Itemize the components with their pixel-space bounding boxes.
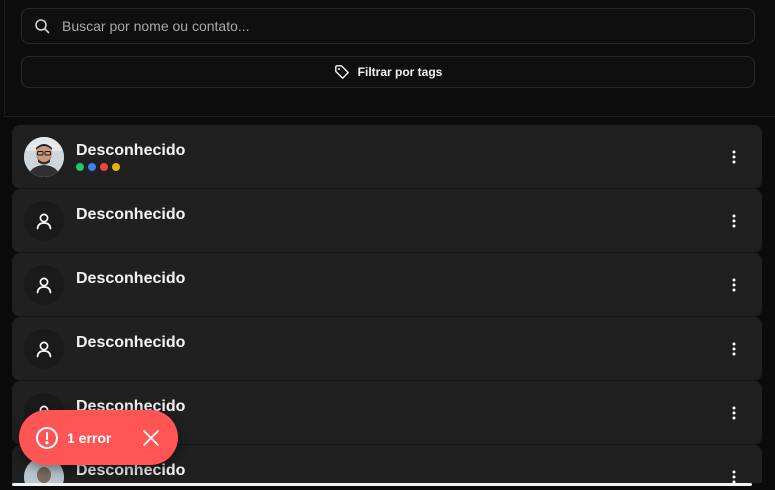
contact-name: Desconhecido [76,206,186,223]
more-options-button[interactable] [722,339,746,359]
contact-card[interactable]: Desconhecido [12,317,762,381]
avatar [24,201,64,241]
contact-card[interactable]: Desconhecido [12,125,762,189]
tag-dot-red [100,163,108,171]
search-panel: Filtrar por tags [4,0,775,117]
user-icon [36,341,52,358]
more-options-button[interactable] [722,147,746,167]
more-vertical-icon [732,470,736,484]
contact-card[interactable]: Desconhecido [12,189,762,253]
contact-name: Desconhecido [76,334,186,351]
error-count: 1 error [67,429,112,446]
tag-dot-yellow [112,163,120,171]
search-icon [35,19,50,34]
tag-icon [334,65,349,79]
filter-tags-label: Filtrar por tags [357,65,443,79]
tag-dot-blue [88,163,96,171]
more-vertical-icon [732,342,736,356]
contact-name: Desconhecido [76,270,186,287]
tag-dot-green [76,163,84,171]
close-icon[interactable] [142,429,160,447]
more-options-button[interactable] [722,403,746,423]
avatar [24,137,64,177]
more-vertical-icon [732,214,736,228]
more-vertical-icon [732,406,736,420]
avatar [24,329,64,369]
search-input[interactable] [62,18,712,34]
scroll-indicator [12,483,752,486]
error-toast[interactable]: 1 error [19,410,178,465]
contact-name: Desconhecido [76,142,186,159]
alert-circle-icon [36,426,58,449]
avatar [24,265,64,305]
user-icon [36,277,52,294]
contact-card[interactable]: Desconhecido [12,253,762,317]
profile-photo [24,137,64,177]
tag-dots [76,163,120,171]
more-vertical-icon [732,150,736,164]
more-options-button[interactable] [722,211,746,231]
search-box[interactable] [21,8,755,44]
more-options-button[interactable] [722,275,746,295]
more-vertical-icon [732,278,736,292]
filter-tags-button[interactable]: Filtrar por tags [21,56,755,88]
user-icon [36,213,52,230]
